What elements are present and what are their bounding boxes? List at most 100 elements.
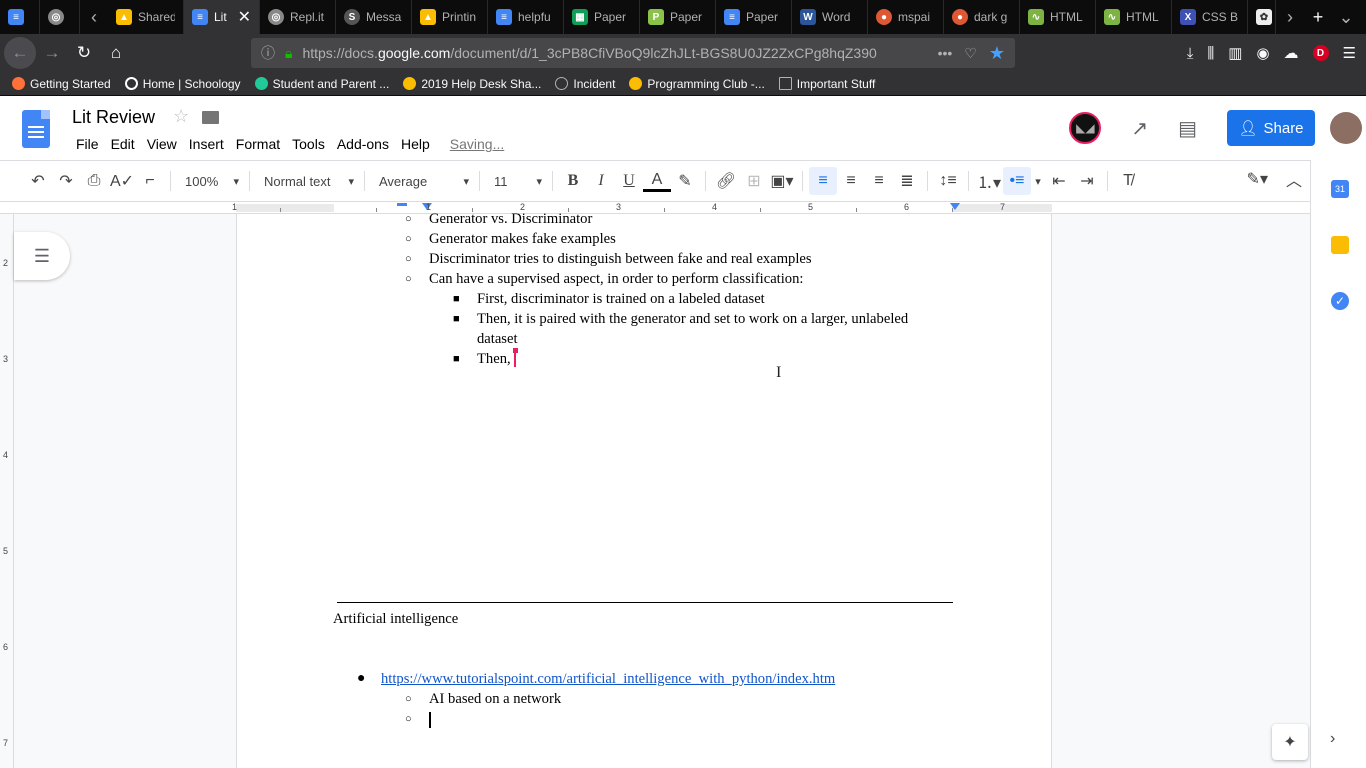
menu-insert[interactable]: Insert [183, 135, 230, 153]
saving-status[interactable]: Saving... [444, 135, 510, 153]
list-item[interactable] [429, 709, 431, 729]
text-color-icon[interactable]: A [643, 170, 671, 192]
bookmark-item[interactable]: Getting Started [12, 77, 111, 91]
comments-icon[interactable]: ▤ [1178, 116, 1197, 141]
star-icon[interactable]: ☆ [173, 106, 189, 127]
font-size-select[interactable]: 11 [486, 167, 546, 195]
browser-tab[interactable]: ✿ [1248, 0, 1276, 34]
list-item[interactable]: Generator makes fake examples [429, 229, 616, 249]
bookmark-folder[interactable]: Important Stuff [778, 77, 875, 91]
spellcheck-icon[interactable]: A✓ [108, 167, 136, 195]
browser-tab[interactable]: ▲ Shared [108, 0, 184, 34]
browser-tab[interactable]: ● mspai [868, 0, 944, 34]
show-side-panel-icon[interactable]: › [1330, 730, 1335, 748]
editing-mode-icon[interactable]: ✎▾ [1247, 169, 1268, 189]
add-comment-icon[interactable]: ⊞ [740, 167, 768, 195]
browser-tab-active[interactable]: ≡ Lit ✕ [184, 0, 260, 34]
bookmark-item[interactable]: Home | Schoology [124, 77, 241, 91]
browser-tab[interactable]: ∿ HTML [1020, 0, 1096, 34]
library-icon[interactable]: ⫼ [1207, 45, 1214, 62]
google-docs-logo-icon[interactable] [22, 110, 50, 148]
line-spacing-icon[interactable]: ↕≡ [934, 167, 962, 195]
list-item-continuation[interactable]: dataset [477, 329, 518, 349]
align-left-icon[interactable]: ≡ [809, 167, 837, 195]
bookmark-item[interactable]: Incident [555, 77, 615, 91]
folder-icon[interactable] [202, 111, 219, 124]
style-select[interactable]: Normal text [256, 167, 358, 195]
first-line-indent-marker[interactable] [397, 203, 407, 206]
list-item[interactable]: Then, it is paired with the generator an… [477, 309, 908, 329]
menu-help[interactable]: Help [395, 135, 436, 153]
reload-icon[interactable]: ↻ [68, 37, 100, 69]
menu-tools[interactable]: Tools [286, 135, 331, 153]
account-icon[interactable]: ◉ [1256, 44, 1269, 62]
menu-format[interactable]: Format [230, 135, 286, 153]
section-heading[interactable]: Artificial intelligence [333, 609, 458, 629]
align-center-icon[interactable]: ≡ [837, 167, 865, 195]
list-item[interactable]: First, discriminator is trained on a lab… [477, 289, 765, 309]
extension-icon[interactable]: ☁ [1284, 44, 1299, 62]
collapse-menus-icon[interactable]: ︿ [1286, 167, 1302, 191]
list-item[interactable]: Generator vs. Discriminator [429, 209, 592, 229]
browser-tab[interactable]: ▲ Printin [412, 0, 488, 34]
scroll-tabs-left-icon[interactable]: ‹ [80, 7, 108, 28]
menu-view[interactable]: View [141, 135, 183, 153]
document-title[interactable]: Lit Review [72, 107, 155, 128]
list-item[interactable]: https://www.tutorialspoint.com/artificia… [381, 669, 835, 689]
undo-icon[interactable]: ↶ [24, 167, 52, 195]
print-icon[interactable]: ⎙ [80, 167, 108, 195]
hamburger-menu-icon[interactable]: ☰ [1343, 44, 1356, 62]
align-right-icon[interactable]: ≡ [865, 167, 893, 195]
share-button[interactable]: 👤︎ Share [1227, 110, 1315, 146]
zoom-select[interactable]: 100% [177, 167, 243, 195]
browser-tab[interactable]: ▦ Paper [564, 0, 640, 34]
scroll-tabs-right-icon[interactable]: › [1276, 7, 1304, 28]
avatar[interactable] [1330, 112, 1362, 144]
home-icon[interactable]: ⌂ [100, 37, 132, 69]
increase-indent-icon[interactable]: ⇥ [1073, 167, 1101, 195]
browser-tab[interactable]: W Word [792, 0, 868, 34]
bulleted-list-icon[interactable]: •≡ [1003, 167, 1031, 195]
bookmark-item[interactable]: Programming Club -... [629, 77, 765, 91]
tasks-icon[interactable]: ✓ [1331, 292, 1349, 310]
browser-tab[interactable]: ◎ Repl.it [260, 0, 336, 34]
pocket-icon[interactable]: ♡ [964, 45, 977, 62]
browser-tab[interactable]: P Paper [640, 0, 716, 34]
bold-icon[interactable]: B [559, 167, 587, 195]
list-item[interactable]: Discriminator tries to distinguish betwe… [429, 249, 812, 269]
sidebar-icon[interactable]: ▥ [1228, 44, 1242, 62]
menu-file[interactable]: File [70, 135, 105, 153]
new-tab-icon[interactable]: + [1304, 7, 1332, 28]
italic-icon[interactable]: I [587, 167, 615, 195]
list-item[interactable]: AI based on a network [429, 689, 561, 709]
url-bar[interactable]: ⓘ 🔒︎ https://docs.google.com/document/d/… [251, 38, 1015, 68]
profile-badge[interactable]: D [1312, 45, 1329, 61]
highlight-icon[interactable]: ✎ [671, 167, 699, 195]
browser-tab[interactable]: S Messa [336, 0, 412, 34]
menu-edit[interactable]: Edit [105, 135, 141, 153]
list-item[interactable]: Can have a supervised aspect, in order t… [429, 269, 803, 289]
browser-tab[interactable]: ● dark g [944, 0, 1020, 34]
tab-list-icon[interactable]: ⌄ [1332, 7, 1360, 28]
activity-dashboard-icon[interactable]: ↗ [1131, 116, 1148, 141]
forward-icon[interactable]: → [36, 37, 68, 69]
bookmark-star-icon[interactable]: ★ [989, 43, 1005, 64]
paint-format-icon[interactable]: ⌐ [136, 167, 164, 195]
bookmark-item[interactable]: Student and Parent ... [254, 77, 389, 91]
browser-tab[interactable]: ≡ helpfu [488, 0, 564, 34]
download-icon[interactable]: ⤓ [1187, 45, 1194, 62]
redo-icon[interactable]: ↷ [52, 167, 80, 195]
page-actions-icon[interactable]: ••• [938, 45, 953, 61]
back-icon[interactable]: ← [4, 37, 36, 69]
url-text[interactable]: https://docs.google.com/document/d/1_3cP… [302, 45, 937, 61]
menu-addons[interactable]: Add-ons [331, 135, 395, 153]
decrease-indent-icon[interactable]: ⇤ [1045, 167, 1073, 195]
document-outline-button[interactable]: ☰ [14, 232, 70, 280]
bullet-options-icon[interactable]: ▾ [1031, 167, 1045, 195]
insert-image-icon[interactable]: ▣▾ [768, 167, 796, 195]
link-icon[interactable]: 🔗︎ [712, 167, 740, 195]
close-tab-icon[interactable]: ✕ [238, 7, 251, 27]
numbered-list-icon[interactable]: ⒈▾ [975, 167, 1003, 195]
justify-icon[interactable]: ≣ [893, 167, 921, 195]
browser-tab[interactable]: X CSS B [1172, 0, 1248, 34]
